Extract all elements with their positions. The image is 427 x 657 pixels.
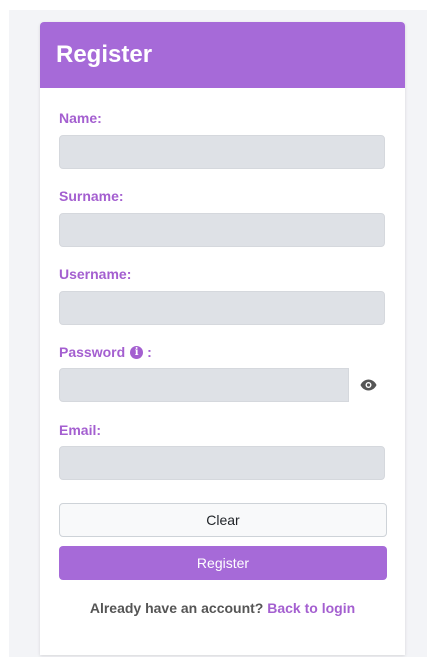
surname-field[interactable] — [59, 213, 385, 247]
password-label-text: Password — [59, 344, 126, 360]
name-label: Name: — [59, 110, 102, 126]
eye-icon — [360, 379, 376, 391]
password-label: Password i : — [59, 344, 152, 360]
back-to-login-link[interactable]: Back to login — [267, 600, 355, 616]
show-password-toggle[interactable] — [351, 368, 385, 402]
card-header: Register — [40, 22, 405, 88]
username-field[interactable] — [59, 291, 385, 325]
email-label: Email: — [59, 422, 102, 438]
password-field[interactable] — [59, 368, 349, 402]
surname-label: Surname: — [59, 188, 124, 204]
name-field[interactable] — [59, 135, 385, 169]
info-circle-icon[interactable]: i — [130, 345, 144, 359]
register-card: Register Name: Surname: Username: Passwo… — [40, 22, 405, 655]
password-label-colon: : — [147, 344, 152, 360]
clear-button[interactable]: Clear — [59, 503, 387, 537]
username-label: Username: — [59, 266, 132, 282]
register-button[interactable]: Register — [59, 546, 387, 580]
login-prompt-text: Already have an account? — [89, 600, 264, 616]
email-field[interactable] — [59, 446, 385, 480]
page-title: Register — [56, 41, 153, 68]
login-prompt: Already have an account? Back to login — [40, 600, 405, 616]
